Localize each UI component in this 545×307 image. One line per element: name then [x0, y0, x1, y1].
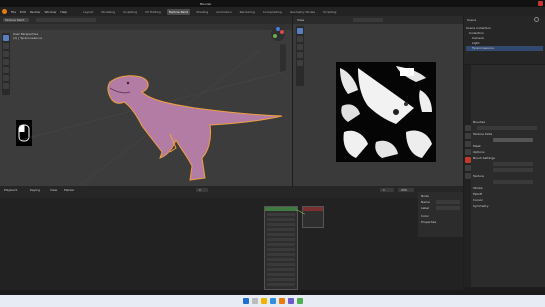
timeline: Playback Keying View Marker 1 1 250 — [0, 186, 463, 198]
image-editor-header: View — [293, 16, 463, 24]
menu-window[interactable]: Window — [45, 10, 57, 14]
output-node-header — [303, 207, 323, 211]
uv-scale-icon[interactable] — [297, 52, 303, 58]
timeline-playback[interactable]: Playback — [4, 188, 17, 192]
app-icon[interactable] — [287, 298, 294, 304]
image-selector[interactable] — [353, 18, 383, 22]
menu-help[interactable]: Help — [60, 10, 67, 14]
minimize-icon[interactable] — [525, 1, 530, 6]
scale-icon[interactable] — [3, 59, 9, 65]
end-frame: 250 — [401, 188, 407, 192]
blender-logo-icon[interactable] — [2, 9, 7, 14]
tab-texture-paint[interactable]: Texture Paint — [166, 8, 191, 15]
strength-field[interactable] — [493, 168, 533, 172]
material-icon[interactable] — [464, 173, 471, 179]
uv-move-icon[interactable] — [297, 36, 303, 42]
window-title: Blender — [200, 2, 212, 6]
outliner-item-selected[interactable]: Tyrannosaurus — [466, 46, 543, 51]
app-icon-2[interactable] — [296, 298, 303, 304]
smear-icon[interactable] — [3, 67, 9, 73]
uv-rotate-icon[interactable] — [297, 44, 303, 50]
tab-sculpting[interactable]: Sculpting — [121, 9, 139, 15]
move-icon[interactable] — [3, 43, 9, 49]
menu-render[interactable]: Render — [30, 10, 41, 14]
node-sidebar: Node Name Label Color Properties — [418, 192, 463, 237]
brush-settings-strip[interactable] — [36, 18, 96, 22]
principled-bsdf-node[interactable] — [264, 206, 298, 290]
tab-animation[interactable]: Animation — [214, 9, 233, 15]
tyrannosaurus-model[interactable] — [19, 30, 291, 186]
texture-field[interactable] — [493, 180, 533, 184]
node-name-field[interactable] — [436, 200, 460, 204]
fill-icon[interactable] — [3, 75, 9, 81]
menu-file[interactable]: File — [11, 10, 16, 14]
tab-shading[interactable]: Shading — [194, 9, 210, 15]
render-icon[interactable] — [464, 133, 471, 139]
radius-field[interactable] — [493, 162, 533, 166]
node-header — [265, 207, 297, 211]
tool-settings-icon[interactable] — [464, 125, 471, 131]
windows-start-icon[interactable] — [242, 298, 249, 304]
tab-compositing[interactable]: Compositing — [261, 9, 284, 15]
timeline-keying[interactable]: Keying — [30, 188, 40, 192]
outliner-tree: Scene Collection Collection Camera Light… — [466, 26, 543, 51]
node-color-label[interactable]: Color — [421, 214, 429, 218]
search-taskbar-icon[interactable] — [251, 298, 258, 304]
node-name-label: Name — [421, 200, 430, 204]
panel-symmetry[interactable]: Symmetry — [473, 204, 543, 210]
title-bar: Blender — [0, 0, 545, 7]
rotate-icon[interactable] — [3, 51, 9, 57]
uv-sample-icon[interactable] — [297, 60, 303, 66]
close-icon[interactable] — [538, 1, 543, 6]
brush-field[interactable] — [477, 126, 537, 130]
tab-uv-editing[interactable]: UV Editing — [143, 9, 163, 15]
node-label-label: Label — [421, 206, 430, 210]
search-icon[interactable] — [534, 17, 539, 22]
scene-icon[interactable] — [464, 149, 471, 155]
toolbar — [2, 33, 10, 95]
shader-editor[interactable] — [0, 198, 463, 290]
modifier-icon[interactable] — [464, 165, 471, 171]
output-icon[interactable] — [464, 141, 471, 147]
taskbar — [0, 295, 545, 307]
properties-content: Brushes Texture Slots Mask Options Brush… — [473, 120, 543, 210]
uv-brush-icon[interactable] — [297, 28, 303, 34]
object-icon[interactable] — [464, 157, 471, 163]
browser-icon[interactable] — [269, 298, 276, 304]
current-frame: 1 — [199, 188, 201, 192]
node-label-field[interactable] — [436, 206, 460, 210]
mode-label: Texture Paint — [5, 18, 25, 22]
image-editor-mode[interactable]: View — [297, 18, 304, 22]
menu-edit[interactable]: Edit — [20, 10, 26, 14]
node-link — [296, 209, 306, 215]
timeline-view[interactable]: View — [50, 188, 57, 192]
current-frame-field[interactable] — [196, 188, 208, 192]
tab-geometry-nodes[interactable]: Geometry Nodes — [288, 9, 317, 15]
properties-tabs — [464, 65, 471, 287]
node-properties-label[interactable]: Properties — [421, 220, 436, 224]
blender-taskbar-icon[interactable] — [278, 298, 285, 304]
image-editor-toolbar — [296, 26, 304, 86]
tab-layout[interactable]: Layout — [81, 9, 95, 15]
menu-bar: File Edit Render Window Help Layout Mode… — [0, 7, 545, 16]
file-explorer-icon[interactable] — [260, 298, 267, 304]
timeline-marker[interactable]: Marker — [64, 188, 74, 192]
node-panel-title: Node — [421, 194, 429, 198]
mask-icon[interactable] — [3, 83, 9, 89]
texture-slot-field[interactable] — [493, 138, 533, 142]
viewport-3d-header: Texture Paint — [0, 16, 292, 24]
start-frame: 1 — [383, 188, 385, 192]
outliner-header: Scene — [467, 18, 477, 22]
tab-modeling[interactable]: Modeling — [99, 9, 117, 15]
brush-icon[interactable] — [3, 35, 9, 41]
tab-rendering[interactable]: Rendering — [238, 9, 257, 15]
tab-scripting[interactable]: Scripting — [321, 9, 338, 15]
outliner: Scene Scene Collection Collection Camera… — [464, 16, 545, 64]
texture-image[interactable] — [336, 62, 436, 162]
node-sockets[interactable] — [267, 213, 295, 287]
